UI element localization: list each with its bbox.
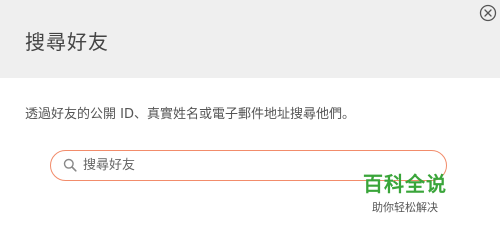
dialog-header: 搜尋好友 (0, 0, 500, 78)
watermark-subtitle: 助你轻松解决 (372, 201, 438, 214)
watermark-title: 百科全说 (363, 172, 447, 196)
search-friends-dialog: 搜尋好友 透過好友的公開 ID、真實姓名或電子郵件地址搜尋他們。 百科全说 助你… (0, 0, 500, 248)
search-icon (63, 158, 77, 172)
close-circle-icon (479, 4, 497, 22)
watermark-logo: 百科全说 助你轻松解决 (350, 172, 460, 216)
close-button[interactable] (479, 4, 497, 22)
dialog-title: 搜尋好友 (25, 30, 109, 54)
dialog-description: 透過好友的公開 ID、真實姓名或電子郵件地址搜尋他們。 (25, 107, 355, 122)
